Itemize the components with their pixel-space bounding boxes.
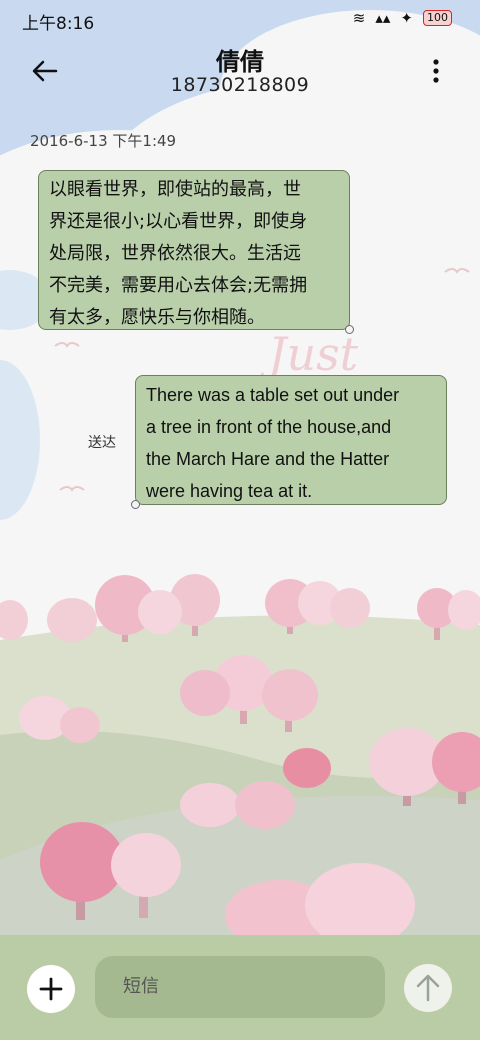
more-options-button[interactable]	[426, 56, 446, 90]
bubble-corner-dot	[345, 325, 354, 334]
wallpaper-background: Just	[0, 0, 480, 1040]
wifi-icon: ✦	[400, 9, 413, 27]
bubble-corner-dot	[131, 500, 140, 509]
contact-number: 18730218809	[170, 74, 310, 96]
message-input[interactable]: 短信	[95, 956, 385, 1018]
message-line: 不完美，需要用心去体会;无需拥	[49, 275, 308, 296]
status-time: 上午8:16	[22, 14, 95, 34]
conversation-header: 倩倩 18730218809	[0, 40, 480, 110]
message-line: 有太多，愿快乐与你相随。	[49, 307, 265, 328]
plus-icon	[39, 977, 63, 1001]
outgoing-message-bubble[interactable]: There was a table set out under a tree i…	[131, 375, 447, 509]
more-vertical-icon	[433, 59, 439, 83]
message-line: 以眼看世界，即使站的最高，世	[49, 179, 301, 200]
contact-name: 倩倩	[216, 48, 264, 76]
message-line: 处局限，世界依然很大。生活远	[49, 243, 301, 264]
arrow-up-icon	[416, 974, 440, 1002]
battery-icon: 100	[423, 10, 452, 26]
add-attachment-button[interactable]	[27, 965, 75, 1013]
message-line: the March Hare and the Hatter	[146, 449, 390, 469]
message-line: a tree in front of the house,and	[146, 417, 392, 437]
message-date: 2016-6-13 下午1:49	[30, 132, 177, 150]
message-line: There was a table set out under	[146, 385, 400, 405]
vibrate-icon: ≋	[352, 9, 366, 27]
status-bar: 上午8:16 ≋ ▴▴ ✦ 100	[0, 0, 480, 40]
status-icons: ≋ ▴▴ ✦ 100	[353, 9, 452, 27]
svg-text:Just: Just	[260, 327, 359, 381]
compose-bar: 短信	[0, 935, 480, 1040]
send-button[interactable]	[404, 964, 452, 1012]
signal-icon: ▴▴	[375, 9, 391, 27]
message-line: were having tea at it.	[146, 481, 313, 501]
message-line: 界还是很小;以心看世界，即使身	[49, 211, 308, 232]
incoming-message-bubble[interactable]: 以眼看世界，即使站的最高，世 界还是很小;以心看世界，即使身 处局限，世界依然很…	[38, 170, 354, 334]
delivery-status: 送达	[88, 435, 116, 451]
